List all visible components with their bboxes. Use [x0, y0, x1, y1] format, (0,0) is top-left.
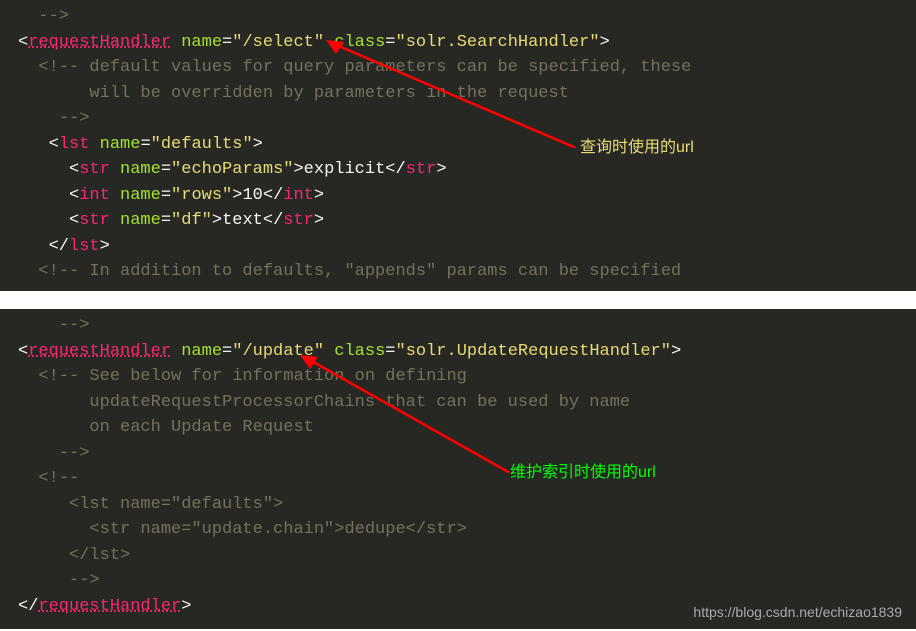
annotation-label: 维护索引时使用的url	[510, 461, 656, 485]
code-line: </lst>	[0, 234, 916, 260]
comment-text: -->	[18, 316, 89, 335]
code-line: <str name="echoParams">explicit</str>	[0, 157, 916, 183]
code-line: -->	[0, 4, 916, 30]
code-line: <requestHandler name="/select" class="so…	[0, 30, 916, 56]
code-line: -->	[0, 313, 916, 339]
code-line: </lst>	[0, 543, 916, 569]
code-panel-update: --> <requestHandler name="/update" class…	[0, 309, 916, 629]
tag-requestHandler-close: requestHandler	[38, 597, 181, 616]
attr-name-value: "/select"	[232, 33, 324, 52]
code-line: <!--	[0, 466, 916, 492]
tag-requestHandler: requestHandler	[28, 342, 171, 361]
tag-str: str	[79, 160, 110, 179]
annotation-label: 查询时使用的url	[580, 136, 694, 160]
code-line: -->	[0, 441, 916, 467]
code-line: <requestHandler name="/update" class="so…	[0, 339, 916, 365]
code-line: <str name="df">text</str>	[0, 208, 916, 234]
tag-lst: lst	[59, 135, 90, 154]
comment-text: -->	[18, 571, 100, 590]
code-line: <lst name="defaults">	[0, 132, 916, 158]
code-line: -->	[0, 106, 916, 132]
comment-text: <!--	[18, 469, 79, 488]
comment-text: on each Update Request	[18, 418, 314, 437]
attr-class-value: "solr.UpdateRequestHandler"	[396, 342, 671, 361]
code-line: updateRequestProcessorChains that can be…	[0, 390, 916, 416]
comment-text: <!-- default values for query parameters…	[18, 58, 691, 77]
comment-text: <!-- In addition to defaults, "appends" …	[18, 262, 681, 281]
comment-text: </lst>	[18, 546, 130, 565]
tag-int: int	[79, 186, 110, 205]
tag-lst-close: lst	[69, 237, 100, 256]
tag-str: str	[79, 211, 110, 230]
code-line: <!-- In addition to defaults, "appends" …	[0, 259, 916, 285]
comment-text: -->	[18, 109, 89, 128]
attr-name-value: "/update"	[232, 342, 324, 361]
comment-text: updateRequestProcessorChains that can be…	[18, 393, 630, 412]
watermark-text: https://blog.csdn.net/echizao1839	[693, 602, 902, 623]
code-line: on each Update Request	[0, 415, 916, 441]
comment-text: <lst name="defaults">	[18, 495, 283, 514]
code-line: <!-- See below for information on defini…	[0, 364, 916, 390]
tag-requestHandler: requestHandler	[28, 33, 171, 52]
code-line: will be overridden by parameters in the …	[0, 81, 916, 107]
code-line: <str name="update.chain">dedupe</str>	[0, 517, 916, 543]
attr-class-value: "solr.SearchHandler"	[396, 33, 600, 52]
code-line: <int name="rows">10</int>	[0, 183, 916, 209]
comment-text: <str name="update.chain">dedupe</str>	[18, 520, 467, 539]
code-panel-select: --> <requestHandler name="/select" class…	[0, 0, 916, 291]
comment-text: will be overridden by parameters in the …	[18, 84, 569, 103]
comment-text: -->	[18, 444, 89, 463]
code-line: <lst name="defaults">	[0, 492, 916, 518]
comment-text: -->	[18, 7, 69, 26]
comment-text: <!-- See below for information on defini…	[18, 367, 467, 386]
code-line: <!-- default values for query parameters…	[0, 55, 916, 81]
code-line: -->	[0, 568, 916, 594]
